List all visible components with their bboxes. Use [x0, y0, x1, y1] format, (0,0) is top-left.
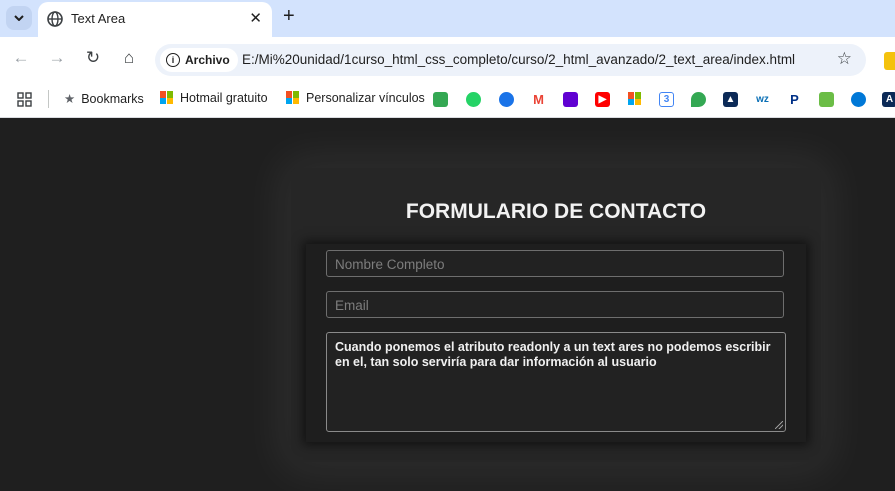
tab-text-area[interactable]: Text Area ✕: [38, 2, 272, 37]
form-fields: Nombre Completo Email Cuando ponemos el …: [306, 244, 806, 442]
atlassian-icon[interactable]: ▲: [723, 92, 738, 107]
bookmarks-bar: ★ Bookmarks Hotmail gratuito Personalizar…: [0, 83, 895, 118]
close-tab-icon[interactable]: ✕: [249, 9, 262, 27]
extension-icon[interactable]: [884, 52, 895, 70]
meet-icon[interactable]: [433, 92, 448, 107]
forward-button[interactable]: →: [45, 48, 69, 68]
chevron-down-icon: [14, 15, 24, 21]
contact-form-card: FORMULARIO DE CONTACTO Nombre Completo E…: [291, 168, 821, 462]
microsoft-icon[interactable]: [627, 92, 642, 107]
apps-grid-icon[interactable]: [17, 92, 32, 107]
paypal-icon[interactable]: P: [787, 92, 802, 107]
maps-icon[interactable]: [691, 92, 706, 107]
microsoft-icon: [160, 91, 173, 104]
bookmark-star-icon[interactable]: ☆: [837, 49, 852, 69]
name-placeholder: Nombre Completo: [335, 257, 445, 272]
site-info-label: Archivo: [185, 53, 230, 67]
address-bar[interactable]: i Archivo E:/Mi%20unidad/1curso_html_css…: [155, 44, 866, 76]
url-text[interactable]: E:/Mi%20unidad/1curso_html_css_completo/…: [242, 52, 795, 67]
gmail-icon[interactable]: M: [531, 92, 546, 107]
bookmark-hotmail[interactable]: Hotmail gratuito: [160, 91, 268, 105]
bookmark-label: Hotmail gratuito: [180, 91, 268, 105]
site-info-chip[interactable]: i Archivo: [160, 48, 238, 72]
email-input[interactable]: Email: [326, 291, 784, 318]
form-title: FORMULARIO DE CONTACTO: [405, 200, 707, 223]
account-icon[interactable]: A: [882, 92, 895, 107]
deepl-icon[interactable]: [819, 92, 834, 107]
email-placeholder: Email: [335, 298, 369, 313]
bookmark-label: Bookmarks: [81, 92, 144, 106]
youtube-icon[interactable]: ▶: [595, 92, 610, 107]
resize-handle[interactable]: [775, 421, 783, 429]
new-tab-button[interactable]: +: [283, 5, 295, 28]
mail-icon[interactable]: [563, 92, 578, 107]
home-button[interactable]: ⌂: [117, 48, 141, 68]
bookmark-label: Personalizar vínculos: [306, 91, 425, 105]
microsoft-icon: [286, 91, 299, 104]
calendar-icon[interactable]: 3: [659, 92, 674, 107]
tab-strip: Text Area ✕ +: [0, 0, 895, 37]
readonly-textarea[interactable]: Cuando ponemos el atributo readonly a un…: [326, 332, 786, 432]
globe-icon: [47, 11, 63, 27]
info-icon: i: [166, 53, 180, 67]
back-button[interactable]: ←: [9, 48, 33, 68]
edge-icon[interactable]: [851, 92, 866, 107]
bookmarks-folder[interactable]: ★ Bookmarks: [64, 91, 144, 106]
browser-toolbar: ← → ↻ ⌂ i Archivo E:/Mi%20unidad/1curso_…: [0, 37, 895, 83]
whatsapp-icon[interactable]: [466, 92, 481, 107]
reload-button[interactable]: ↻: [81, 48, 105, 68]
textarea-value: Cuando ponemos el atributo readonly a un…: [335, 340, 771, 369]
tab-title: Text Area: [71, 11, 126, 26]
page-content: FORMULARIO DE CONTACTO Nombre Completo E…: [0, 118, 895, 491]
bookmark-personalizar[interactable]: Personalizar vínculos: [286, 91, 425, 105]
star-icon: ★: [64, 92, 76, 106]
bookmarks-divider: [48, 90, 49, 108]
messages-icon[interactable]: [499, 92, 514, 107]
tab-search-button[interactable]: [6, 6, 32, 30]
name-input[interactable]: Nombre Completo: [326, 250, 784, 277]
wz-icon[interactable]: wz: [755, 92, 770, 107]
